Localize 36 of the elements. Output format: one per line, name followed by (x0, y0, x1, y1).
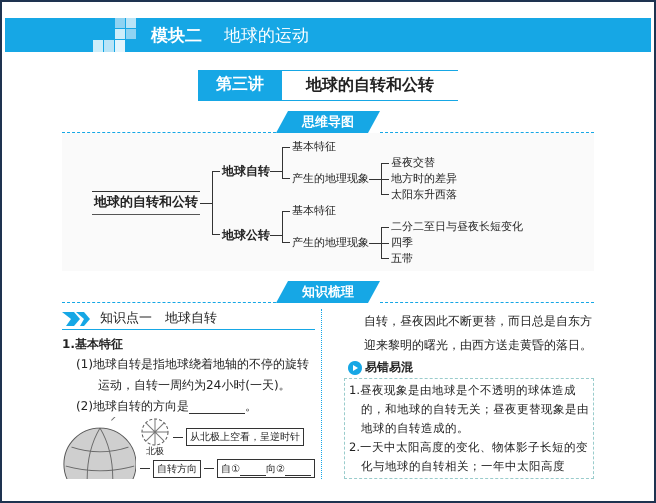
period-text: 。 (245, 399, 257, 413)
mind-map-root-label: 地球的自转和公转 (92, 191, 200, 215)
mind-map-label: 二分二至日与昼夜长短变化 (391, 219, 523, 235)
module-title: 地球的运动 (224, 24, 309, 46)
mind-map-label: 地球公转 (222, 227, 270, 244)
paragraph-text: (1)地球自转是指地球绕着地轴的不停的旋转运动，自转一周约为24小时(一天)。 (75, 356, 310, 394)
knowledge-point-heading: 知识点一 地球自转 (100, 310, 217, 327)
section-banner: 知识梳理 (276, 281, 380, 303)
mind-map-label: 四季 (391, 235, 413, 251)
mind-map-label: 昼夜交替 (391, 155, 435, 171)
mind-map-label: 太阳东升西落 (391, 187, 457, 203)
tip-text: 1.昼夜现象是由地球是个不透明的球体造成的，和地球的自转无关；昼夜更替现象是由地球的自转造成的。 (349, 382, 589, 437)
fill-in-label: 向② (266, 462, 285, 476)
view-note-label: 从北极上空看，呈逆时针 (186, 428, 304, 446)
mind-map-label: 五带 (391, 251, 413, 267)
mind-map-label: 地球自转 (222, 163, 270, 180)
play-icon (348, 360, 362, 374)
tips-heading: 易错易混 (365, 359, 413, 376)
mind-map-label: 地方时的差异 (391, 171, 457, 187)
squares-icon (93, 18, 137, 52)
mind-map-label: 基本特征 (292, 139, 336, 155)
rotation-dial-icon (140, 417, 170, 447)
section-banner: 思维导图 (276, 111, 380, 133)
tip-text: 2.一天中太阳高度的变化、物体影子长短的变化与地球的自转相关；一年中太阳高度 (349, 439, 589, 475)
question-text: (2)地球自转的方向是 (76, 399, 189, 413)
mind-map-label: 基本特征 (292, 203, 336, 219)
section-heading: 1.基本特征 (62, 336, 124, 353)
pole-label: 北极 (146, 447, 164, 457)
fill-in-label: 自① (221, 462, 240, 476)
direction-label: 自转方向 (153, 460, 202, 478)
paragraph-text: 自转，昼夜因此不断更替，而日总是自东方迎来黎明的曙光，由西方送走黄昏的落日。 (363, 313, 593, 354)
lecture-title: 地球的自转和公转 (282, 70, 458, 101)
mind-map-label: 产生的地理现象 (292, 171, 369, 187)
mind-map-label: 产生的地理现象 (292, 235, 369, 251)
module-label: 模块二 (151, 24, 202, 46)
lecture-number: 第三讲 (198, 70, 282, 101)
